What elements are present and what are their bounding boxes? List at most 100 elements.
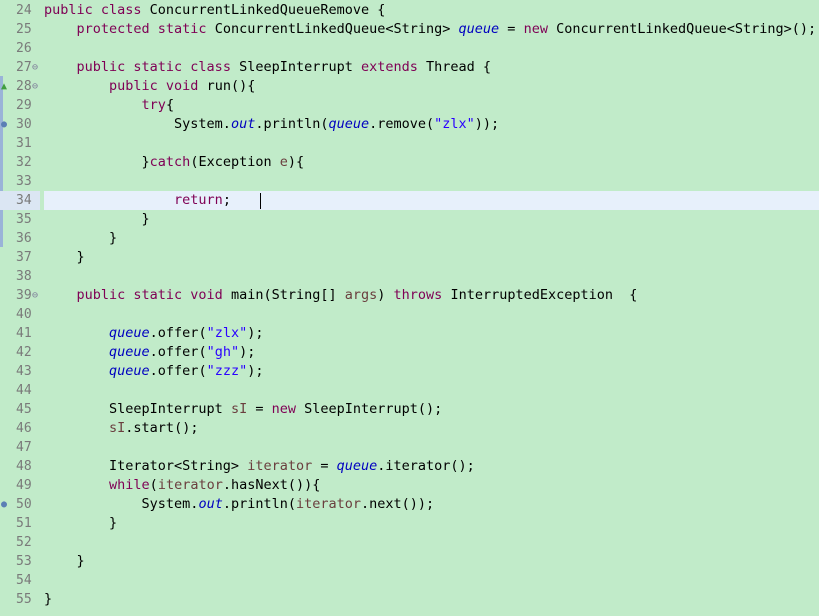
gutter-line[interactable]: 35 — [0, 210, 40, 229]
token: } — [44, 553, 85, 569]
code-line[interactable] — [44, 571, 819, 590]
code-editor[interactable]: 24 25 26 27 ⊖ 28 ▲ ⊖ 29 30 ● 31 32 33 34 35 36 37 38 39 ⊖ 40 4… — [0, 0, 819, 616]
token-kw: public class — [44, 2, 150, 18]
token: ); — [247, 325, 264, 341]
token-fld: queue — [109, 344, 150, 360]
code-line[interactable]: } — [44, 210, 819, 229]
gutter-line[interactable]: 51 — [0, 514, 40, 533]
code-line[interactable]: queue.offer("gh"); — [44, 343, 819, 362]
code-line[interactable]: SleepInterrupt sI = new SleepInterrupt()… — [44, 400, 819, 419]
gutter-line[interactable]: 41 — [0, 324, 40, 343]
breakpoint-dot-icon[interactable]: ● — [1, 495, 7, 514]
code-line[interactable] — [44, 381, 819, 400]
gutter-line[interactable]: 40 — [0, 305, 40, 324]
code-line[interactable]: } — [44, 229, 819, 248]
fold-minus-icon[interactable]: ⊖ — [32, 286, 38, 305]
code-line[interactable]: public static class SleepInterrupt exten… — [44, 58, 819, 77]
code-line[interactable]: public void run(){ — [44, 77, 819, 96]
gutter-line[interactable]: 46 — [0, 419, 40, 438]
code-line[interactable]: }catch(Exception e){ — [44, 153, 819, 172]
token: .offer( — [149, 325, 207, 341]
line-number: 27 — [16, 60, 32, 75]
code-line[interactable] — [44, 305, 819, 324]
gutter-line[interactable]: 37 — [0, 248, 40, 267]
line-number: 24 — [16, 3, 32, 18]
code-area[interactable]: public class ConcurrentLinkedQueueRemove… — [44, 0, 819, 616]
gutter-line[interactable]: 26 — [0, 39, 40, 58]
gutter-line[interactable]: 47 — [0, 438, 40, 457]
gutter-line[interactable]: 25 — [0, 20, 40, 39]
code-line[interactable] — [44, 39, 819, 58]
code-line[interactable] — [44, 267, 819, 286]
token: System. — [44, 496, 199, 512]
code-line[interactable]: System.out.println(iterator.next()); — [44, 495, 819, 514]
gutter-line[interactable]: 33 — [0, 172, 40, 191]
token: ConcurrentLinkedQueueRemove { — [149, 2, 386, 18]
code-line[interactable]: protected static ConcurrentLinkedQueue<S… — [44, 20, 819, 39]
code-line[interactable] — [44, 134, 819, 153]
gutter-line[interactable]: 32 — [0, 153, 40, 172]
line-number-gutter[interactable]: 24 25 26 27 ⊖ 28 ▲ ⊖ 29 30 ● 31 32 33 34 35 36 37 38 39 ⊖ 40 4… — [0, 0, 40, 616]
line-number: 51 — [16, 516, 32, 531]
token: } — [44, 230, 118, 246]
gutter-line[interactable]: 34 — [0, 191, 40, 210]
code-line[interactable]: try{ — [44, 96, 819, 115]
breakpoint-dot-icon[interactable]: ● — [1, 115, 7, 134]
gutter-line[interactable]: 50 ● — [0, 495, 40, 514]
gutter-line[interactable]: 31 — [0, 134, 40, 153]
code-line[interactable]: while(iterator.hasNext()){ — [44, 476, 819, 495]
code-line[interactable]: public class ConcurrentLinkedQueueRemove… — [44, 1, 819, 20]
code-line[interactable]: } — [44, 590, 819, 609]
gutter-line[interactable]: 36 — [0, 229, 40, 248]
gutter-line[interactable]: 55 — [0, 590, 40, 609]
gutter-line[interactable]: 53 — [0, 552, 40, 571]
gutter-line[interactable]: 45 — [0, 400, 40, 419]
gutter-line[interactable]: 27 ⊖ — [0, 58, 40, 77]
fold-minus-icon[interactable]: ⊖ — [32, 58, 38, 77]
gutter-line[interactable]: 42 — [0, 343, 40, 362]
token-fld: queue — [336, 458, 378, 474]
code-line[interactable]: sI.start(); — [44, 419, 819, 438]
line-number: 44 — [16, 383, 32, 398]
gutter-line[interactable]: 52 — [0, 533, 40, 552]
override-triangle-icon[interactable]: ▲ — [1, 77, 7, 96]
gutter-line[interactable]: 43 — [0, 362, 40, 381]
code-line[interactable] — [44, 438, 819, 457]
gutter-line[interactable]: 38 — [0, 267, 40, 286]
code-line[interactable]: Iterator<String> iterator = queue.iterat… — [44, 457, 819, 476]
fold-minus-icon[interactable]: ⊖ — [32, 77, 38, 96]
token: ; — [222, 192, 231, 208]
token-var: iterator — [247, 458, 313, 474]
code-line[interactable] — [44, 172, 819, 191]
token: .start(); — [125, 420, 199, 436]
code-line[interactable]: } — [44, 248, 819, 267]
code-line[interactable] — [44, 533, 819, 552]
token: .offer( — [149, 363, 207, 379]
token-kw: extends — [361, 59, 427, 75]
code-line[interactable]: public static void main(String[] args) t… — [44, 286, 819, 305]
code-line[interactable]: queue.offer("zzz"); — [44, 362, 819, 381]
token: Iterator<String> — [44, 458, 248, 474]
gutter-line[interactable]: 49 — [0, 476, 40, 495]
token: .remove( — [369, 116, 435, 132]
code-line[interactable]: } — [44, 552, 819, 571]
code-line[interactable]: } — [44, 514, 819, 533]
token: .iterator(); — [377, 458, 475, 474]
gutter-line[interactable]: 29 — [0, 96, 40, 115]
gutter-line[interactable]: 54 — [0, 571, 40, 590]
token: .println( — [222, 496, 296, 512]
token: } — [44, 211, 150, 227]
gutter-line[interactable]: 30 ● — [0, 115, 40, 134]
code-line[interactable]: System.out.println(queue.remove("zlx")); — [44, 115, 819, 134]
code-line[interactable]: queue.offer("zlx"); — [44, 324, 819, 343]
gutter-line[interactable]: 44 — [0, 381, 40, 400]
gutter-line[interactable]: 48 — [0, 457, 40, 476]
gutter-line[interactable]: 28 ▲ ⊖ — [0, 77, 40, 96]
gutter-line[interactable]: 24 — [0, 1, 40, 20]
gutter-line[interactable]: 39 ⊖ — [0, 286, 40, 305]
token-var: iterator — [157, 477, 223, 493]
code-line[interactable]: return; — [44, 191, 819, 210]
